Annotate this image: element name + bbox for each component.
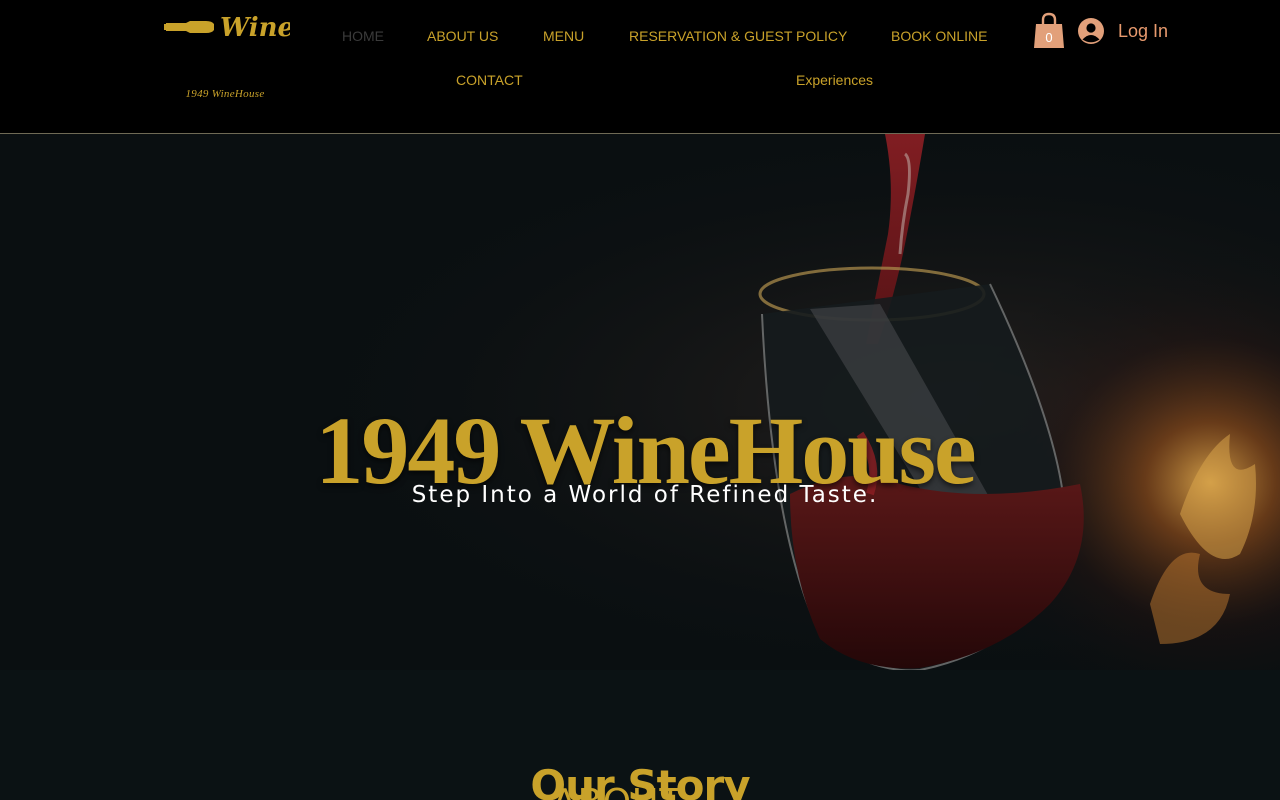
nav-menu[interactable]: MENU (543, 28, 584, 44)
cart-button[interactable]: 0 (1034, 12, 1066, 50)
logo-wordmark: Wine (220, 13, 290, 43)
login-button[interactable]: Log In (1078, 16, 1168, 46)
nav-about-us[interactable]: ABOUT US (427, 28, 498, 44)
wine-bottle-icon: Wine (164, 13, 290, 43)
story-subtitle: ABOUT (440, 782, 800, 800)
nav-experiences[interactable]: Experiences (796, 72, 873, 88)
hero-subtitle: Step Into a World of Refined Taste. (411, 482, 879, 508)
hero-section: 1949 WineHouse Step Into a World of Refi… (0, 134, 1280, 670)
site-header: Wine 1949 WineHouse HOME ABOUT US MENU R… (0, 0, 1280, 134)
logo[interactable]: Wine (164, 8, 290, 44)
nav-book-online[interactable]: BOOK ONLINE (891, 28, 987, 44)
nav-home[interactable]: HOME (342, 28, 384, 44)
user-avatar-icon (1078, 18, 1104, 44)
cart-count: 0 (1045, 30, 1053, 45)
login-label: Log In (1118, 20, 1169, 41)
logo-caption: 1949 WineHouse (185, 88, 265, 100)
our-story-section: Our Story ABOUT (0, 670, 1280, 800)
nav-contact[interactable]: CONTACT (456, 72, 523, 88)
nav-reservation-guest-policy[interactable]: RESERVATION & GUEST POLICY (629, 28, 847, 44)
